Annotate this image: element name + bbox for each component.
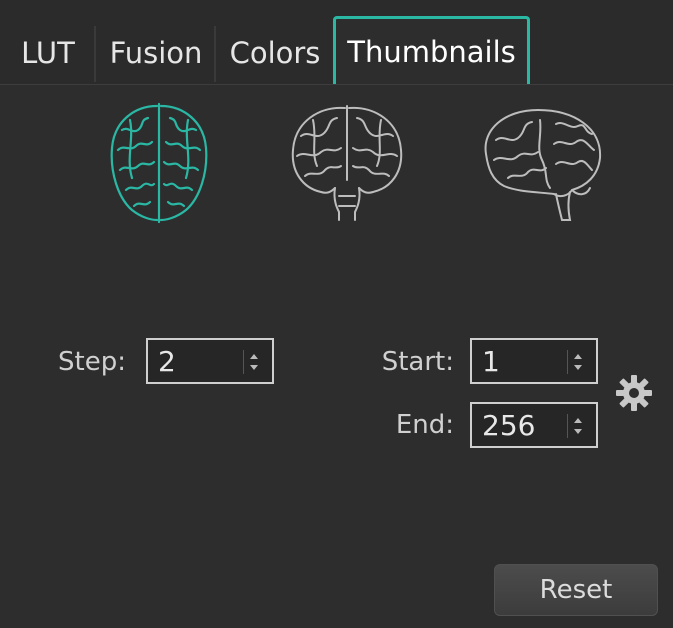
tab-fusion[interactable]: Fusion (98, 26, 216, 82)
sagittal-brain-view-icon[interactable] (478, 100, 608, 226)
end-spinbox[interactable]: 256 (470, 402, 598, 448)
start-spinbox[interactable]: 1 (470, 338, 598, 384)
view-selector (0, 100, 673, 230)
thumbnails-panel: LUT Fusion Colors Thumbnails Step: 2 Sta… (0, 0, 673, 628)
start-label: Start: (381, 347, 454, 377)
reset-button[interactable]: Reset (494, 564, 658, 616)
tab-bar: LUT Fusion Colors Thumbnails (0, 0, 673, 85)
coronal-brain-view-icon[interactable] (287, 100, 407, 226)
start-value: 1 (482, 345, 500, 378)
end-label: End: (395, 410, 454, 440)
step-spin-arrows-icon[interactable] (243, 350, 264, 374)
end-value: 256 (482, 409, 536, 442)
tab-thumbnails[interactable]: Thumbnails (333, 16, 530, 84)
tab-lut[interactable]: LUT (2, 26, 96, 82)
gear-icon[interactable] (614, 373, 654, 413)
tab-colors[interactable]: Colors (218, 26, 332, 82)
step-value: 2 (158, 345, 176, 378)
step-spinbox[interactable]: 2 (146, 338, 274, 384)
step-label: Step: (58, 347, 126, 377)
start-spin-arrows-icon[interactable] (567, 350, 588, 374)
axial-brain-view-icon[interactable] (104, 100, 214, 226)
end-spin-arrows-icon[interactable] (567, 414, 588, 438)
